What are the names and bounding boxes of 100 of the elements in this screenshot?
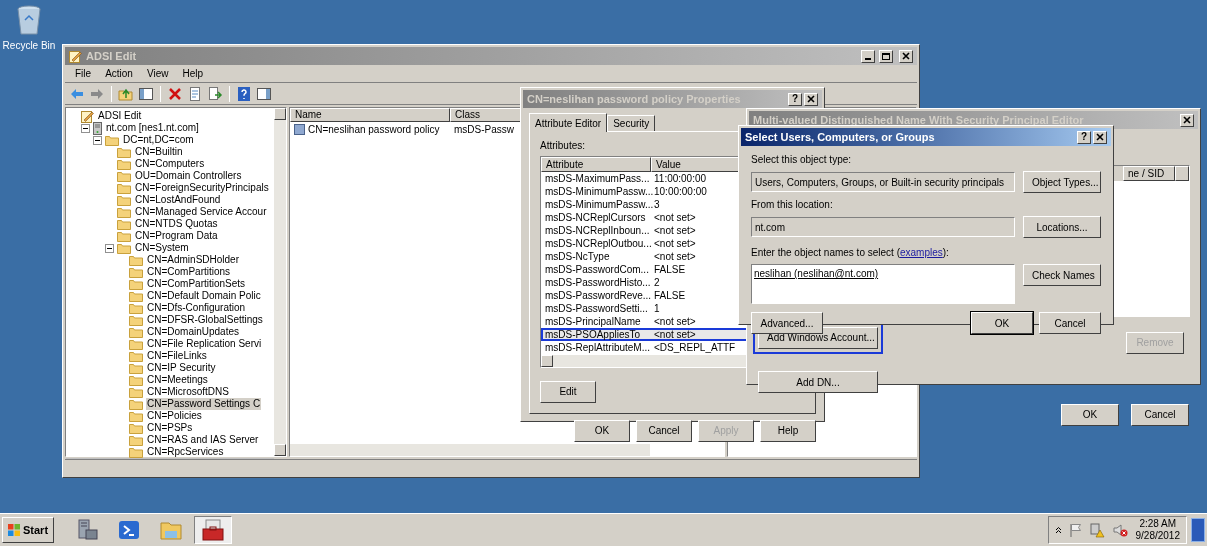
- object-names-field[interactable]: neslihan (neslihan@nt.com): [751, 264, 1015, 304]
- desktop-icon-label[interactable]: Recycle Bin: [2, 38, 56, 53]
- collapse-toggle[interactable]: [80, 123, 90, 133]
- speaker-muted-icon[interactable]: [1112, 523, 1128, 537]
- collapse-toggle[interactable]: [92, 135, 102, 145]
- dialog-button[interactable]: Add DN...: [758, 371, 878, 393]
- help-button[interactable]: ?: [1077, 130, 1091, 144]
- cancel-button[interactable]: Cancel: [1039, 312, 1101, 334]
- tree-item[interactable]: CN=File Replication Servi: [146, 338, 263, 350]
- tree-item[interactable]: CN=MicrosoftDNS: [146, 386, 230, 398]
- tree-item[interactable]: CN=LostAndFound: [134, 194, 222, 206]
- dialog-button[interactable]: OK: [1061, 403, 1119, 426]
- terminal-icon: [117, 518, 142, 542]
- object-type-field[interactable]: Users, Computers, Groups, or Built-in security principals: [751, 172, 1015, 192]
- table-cell[interactable]: CN=neslihan password policy: [308, 121, 440, 137]
- tree-item[interactable]: CN=Default Domain Polic: [146, 290, 262, 302]
- window-title: ADSI Edit: [86, 48, 137, 64]
- tree-item[interactable]: CN=AdminSDHolder: [146, 254, 240, 266]
- check-names-button[interactable]: Check Names: [1023, 264, 1101, 286]
- tree-item[interactable]: CN=Builtin: [134, 146, 184, 158]
- maximize-button[interactable]: [879, 49, 893, 63]
- tree-item[interactable]: nt.com [nes1.nt.com]: [105, 122, 200, 134]
- tree-item[interactable]: CN=Program Data: [134, 230, 219, 242]
- tree-item[interactable]: CN=Policies: [146, 410, 203, 422]
- attribute-value: 3: [653, 198, 661, 212]
- object-types-button[interactable]: Object Types...: [1023, 171, 1101, 193]
- column-header[interactable]: ne / SID: [1123, 166, 1175, 181]
- edit-button[interactable]: Edit: [540, 380, 596, 403]
- tree-item[interactable]: CN=FileLinks: [146, 350, 208, 362]
- tree-item[interactable]: CN=NTDS Quotas: [134, 218, 219, 230]
- dialog-button[interactable]: OK: [574, 419, 630, 442]
- tree-item[interactable]: OU=Domain Controllers: [134, 170, 243, 182]
- tab[interactable]: Attribute Editor: [529, 113, 608, 132]
- recycle-bin-icon[interactable]: [16, 4, 42, 36]
- tree-item[interactable]: CN=DFSR-GlobalSettings: [146, 314, 264, 326]
- ok-button[interactable]: OK: [971, 312, 1033, 334]
- attribute-name: msDS-PasswordCom...: [544, 263, 650, 277]
- tree-item[interactable]: CN=IP Security: [146, 362, 217, 374]
- export-icon[interactable]: [207, 85, 223, 102]
- window-title: Select Users, Computers, or Groups: [745, 129, 935, 145]
- tree-item[interactable]: CN=System: [134, 242, 190, 254]
- dialog-button[interactable]: Cancel: [636, 419, 692, 442]
- clock-date[interactable]: 9/28/2012: [1135, 530, 1180, 542]
- collapse-toggle[interactable]: [104, 243, 114, 253]
- clock-time[interactable]: 2:28 AM: [1139, 518, 1177, 530]
- tree-item[interactable]: CN=ForeignSecurityPrincipals: [134, 182, 270, 194]
- close-button[interactable]: [1180, 113, 1194, 127]
- column-header[interactable]: Attribute: [541, 157, 651, 172]
- help-button[interactable]: ?: [788, 92, 802, 106]
- tree-item[interactable]: DC=nt,DC=com: [122, 134, 195, 146]
- vertical-scrollbar[interactable]: [274, 108, 286, 456]
- advanced-button[interactable]: Advanced...: [751, 312, 823, 334]
- tree-item[interactable]: CN=RAS and IAS Server: [146, 434, 260, 446]
- close-button[interactable]: [899, 49, 913, 63]
- horizontal-scrollbar[interactable]: [290, 444, 650, 456]
- windows-logo-icon: [8, 524, 20, 536]
- tree-item[interactable]: CN=Password Settings C: [146, 398, 262, 410]
- folder-icon: [129, 434, 143, 446]
- show-desktop-button[interactable]: [1191, 518, 1205, 542]
- properties-icon[interactable]: [187, 85, 203, 102]
- flag-icon[interactable]: [1069, 523, 1082, 537]
- folder-icon: [117, 218, 131, 230]
- minimize-button[interactable]: [861, 49, 875, 63]
- folder-icon: [129, 386, 143, 398]
- tree-item[interactable]: CN=RpcServices: [146, 446, 225, 458]
- delete-icon[interactable]: [167, 85, 183, 102]
- start-button[interactable]: Start: [2, 517, 55, 543]
- tab[interactable]: Security: [607, 115, 656, 131]
- menu-item[interactable]: File: [69, 66, 98, 81]
- taskbar-button[interactable]: [194, 516, 233, 544]
- attribute-value: <not set>: [653, 211, 697, 225]
- panel-icon[interactable]: [256, 85, 272, 102]
- tree-item[interactable]: ADSI Edit: [97, 110, 143, 122]
- network-warning-icon[interactable]: [1089, 522, 1105, 538]
- location-field[interactable]: nt.com: [751, 217, 1015, 237]
- folder-icon: [129, 398, 143, 410]
- tree-item[interactable]: CN=DomainUpdates: [146, 326, 240, 338]
- tree-item[interactable]: CN=ComPartitions: [146, 266, 232, 278]
- column-header[interactable]: Name: [290, 108, 450, 122]
- attribute-name: msDS-PSOAppliesTo: [544, 328, 642, 342]
- tree-item[interactable]: CN=Managed Service Accour: [134, 206, 268, 218]
- menu-item[interactable]: Action: [99, 66, 139, 81]
- menu-item[interactable]: Help: [176, 66, 209, 81]
- locations-button[interactable]: Locations...: [1023, 216, 1101, 238]
- close-button[interactable]: [804, 92, 818, 106]
- tree-item[interactable]: CN=Meetings: [146, 374, 209, 386]
- dialog-button[interactable]: Help: [760, 419, 816, 442]
- tree-item[interactable]: CN=PSPs: [146, 422, 194, 434]
- horizontal-scrollbar[interactable]: [66, 458, 274, 459]
- close-button[interactable]: [1093, 130, 1107, 144]
- help-icon[interactable]: [236, 85, 252, 102]
- tree-item[interactable]: CN=Dfs-Configuration: [146, 302, 247, 314]
- dialog-button[interactable]: Cancel: [1131, 403, 1189, 426]
- menu-item[interactable]: View: [140, 66, 175, 81]
- tree-item[interactable]: CN=Computers: [134, 158, 206, 170]
- folder-icon: [129, 314, 143, 326]
- tree-item[interactable]: CN=ComPartitionSets: [146, 278, 247, 290]
- attribute-name: msDS-NCReplInboun...: [544, 224, 651, 238]
- chevron-up-icon[interactable]: [1054, 526, 1062, 534]
- panel-icon[interactable]: [138, 85, 154, 102]
